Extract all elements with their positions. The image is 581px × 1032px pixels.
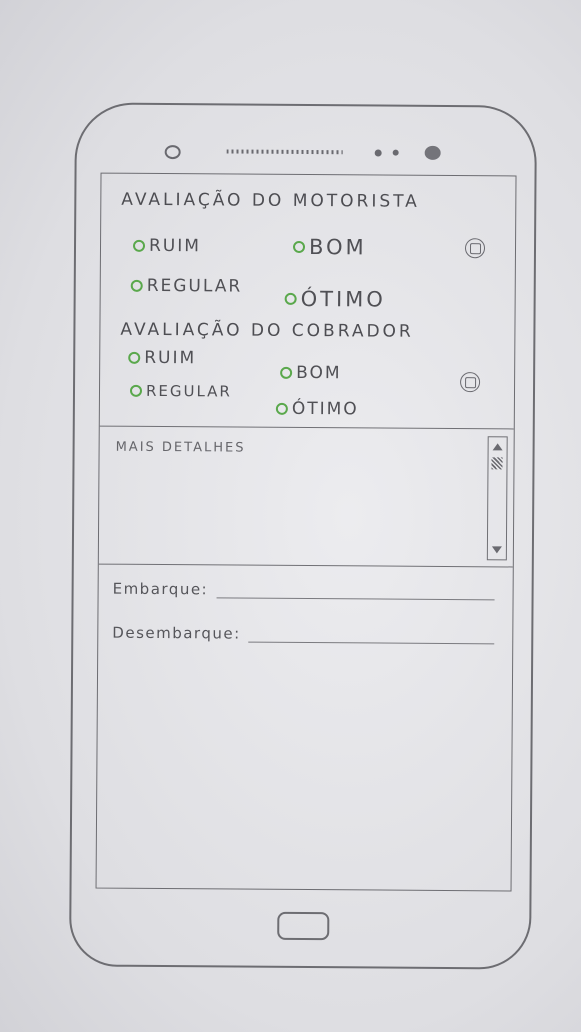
driver-option-bom[interactable]: Bom [292,235,367,260]
driver-option-otimo[interactable]: Ótimo [284,286,386,312]
ratings-section: Avaliação do Motorista Ruim Bom Regular … [99,173,516,430]
radio-icon[interactable] [284,292,297,305]
option-label: Ruim [148,235,202,257]
radio-icon[interactable] [128,351,141,364]
radio-icon[interactable] [280,366,293,379]
collector-option-ruim[interactable]: Ruim [128,348,196,368]
radio-icon[interactable] [275,402,288,415]
alighting-label: Desembarque: [112,623,241,643]
scroll-down-icon[interactable] [491,546,502,554]
collector-rating-title: Avaliação do Cobrador [120,319,414,342]
driver-confirm-icon[interactable] [464,238,486,259]
radio-icon[interactable] [129,384,143,397]
driver-option-regular[interactable]: Regular [130,275,243,297]
radio-icon[interactable] [130,279,143,292]
option-label: Bom [308,235,367,260]
app-screen: Avaliação do Motorista Ruim Bom Regular … [95,172,517,892]
collector-option-regular[interactable]: Regular [129,381,232,401]
option-label: Regular [146,275,243,297]
sensor-dot [392,149,399,156]
driver-rating-title: Avaliação do Motorista [121,189,420,212]
front-camera-icon [164,145,181,160]
option-label: Ruim [144,347,197,369]
radio-icon[interactable] [292,240,306,254]
scroll-up-icon[interactable] [492,443,503,451]
boarding-input[interactable] [216,583,495,601]
driver-option-ruim[interactable]: Ruim [132,235,202,257]
details-scrollbar[interactable] [486,436,508,561]
phone-frame: Avaliação do Motorista Ruim Bom Regular … [68,102,538,970]
radio-icon[interactable] [132,239,146,252]
scroll-thumb[interactable] [491,457,503,470]
details-placeholder: Mais Detalhes [115,439,246,456]
trip-section: Embarque: Desembarque: [97,564,513,891]
collector-confirm-icon[interactable] [460,372,481,393]
option-label: Regular [145,381,232,401]
boarding-field[interactable]: Embarque: [113,580,495,601]
option-label: Bom [296,362,342,384]
phone-top-bar [76,104,535,181]
alighting-input[interactable] [248,627,495,645]
option-label: Ótimo [291,398,359,420]
speaker-grille [226,149,343,155]
collector-option-otimo[interactable]: Ótimo [275,398,359,420]
boarding-label: Embarque: [112,579,209,599]
home-button[interactable] [277,911,330,941]
alighting-field[interactable]: Desembarque: [112,623,495,645]
sensor-dot [374,149,382,157]
option-label: Ótimo [300,286,386,312]
collector-option-bom[interactable]: Bom [280,363,342,383]
details-textarea[interactable]: Mais Detalhes [98,425,514,568]
camera-lens-icon [424,145,441,160]
